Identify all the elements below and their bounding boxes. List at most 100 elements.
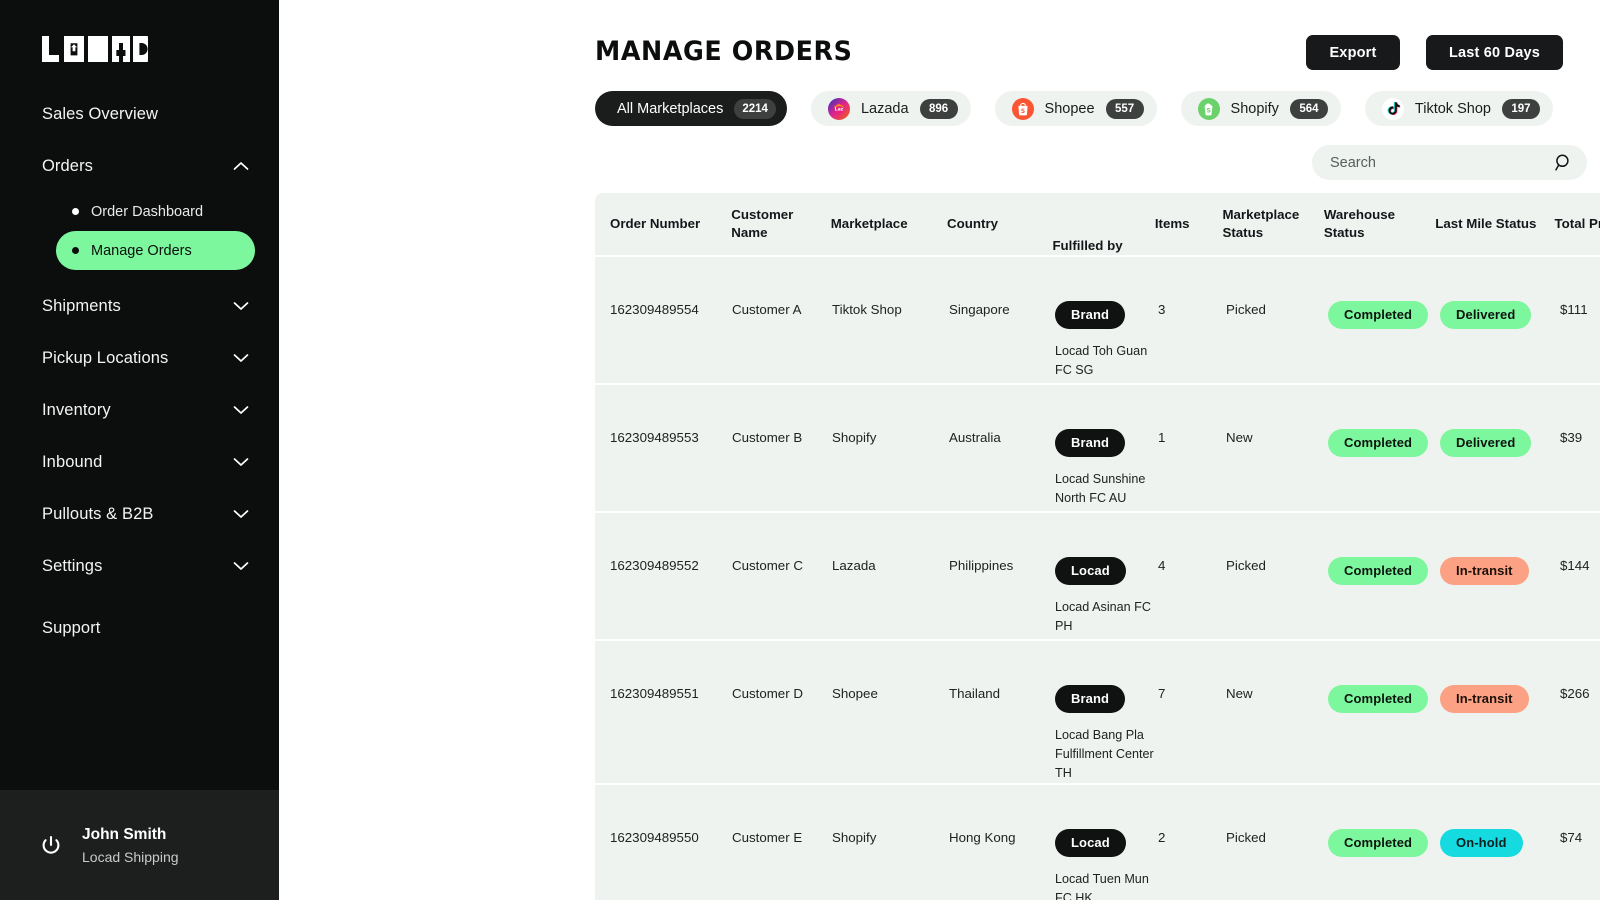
tab-count-badge: 896 (920, 99, 958, 119)
tab-shopee[interactable]: S Shopee 557 (995, 91, 1157, 126)
search-input[interactable] (1330, 155, 1554, 171)
col-total-price: Total Price (1555, 215, 1600, 233)
status-badge: In-transit (1440, 685, 1529, 713)
fulfilled-by-tag: Locad (1055, 557, 1126, 585)
table-row[interactable]: 162309489550 Customer E Shopify Hong Kon… (595, 783, 1600, 900)
cell-total-price: $74 (1560, 785, 1600, 847)
col-marketplace-status: Marketplace Status (1222, 206, 1323, 241)
cell-items: 3 (1158, 257, 1226, 319)
status-badge: Delivered (1440, 301, 1531, 329)
shopify-icon: S (1198, 98, 1220, 120)
power-icon[interactable] (38, 833, 64, 859)
main-content: MANAGE ORDERS Export Last 60 Days All Ma… (279, 0, 1600, 900)
tab-tiktok-shop[interactable]: Tiktok Shop 197 (1365, 91, 1553, 126)
cell-customer-name: Customer E (732, 785, 832, 847)
cell-marketplace-status: New (1226, 385, 1328, 447)
tab-label: All Marketplaces (617, 101, 723, 117)
sidebar-item-shipments[interactable]: Shipments (0, 280, 279, 332)
marketplace-tabs: All Marketplaces 2214 Laz Lazada 896 (595, 91, 1553, 126)
svg-text:Laz: Laz (835, 106, 844, 112)
tab-count-badge: 557 (1106, 99, 1144, 119)
cell-last-mile-status: Delivered (1440, 257, 1560, 329)
tab-label: Lazada (861, 101, 909, 117)
cell-fulfilled-by: Brand Locad Toh Guan FC SG (1055, 257, 1158, 380)
fulfillment-center: Locad Asinan FC PH (1055, 598, 1158, 636)
search-icon[interactable] (1554, 153, 1573, 172)
sidebar-item-support[interactable]: Support (0, 602, 279, 654)
sidebar-item-order-dashboard[interactable]: Order Dashboard (56, 192, 255, 231)
tab-label: Tiktok Shop (1415, 101, 1491, 117)
status-badge: Completed (1328, 829, 1428, 857)
cell-country: Australia (949, 385, 1055, 447)
cell-last-mile-status: In-transit (1440, 513, 1560, 585)
sidebar-item-pickup-locations[interactable]: Pickup Locations (0, 332, 279, 384)
sidebar-item-label: Support (42, 619, 101, 638)
tab-shopify[interactable]: S Shopify 564 (1181, 91, 1341, 126)
cell-warehouse-status: Completed (1328, 785, 1440, 857)
chevron-down-icon (233, 301, 249, 311)
tab-lazada[interactable]: Laz Lazada 896 (811, 91, 971, 126)
chevron-down-icon (233, 509, 249, 519)
table-row[interactable]: 162309489554 Customer A Tiktok Shop Sing… (595, 255, 1600, 383)
date-range-button[interactable]: Last 60 Days (1426, 35, 1563, 70)
status-badge: In-transit (1440, 557, 1529, 585)
chevron-down-icon (233, 405, 249, 415)
sidebar-nav: Sales Overview Orders Order Dashboard Ma… (0, 88, 279, 790)
sidebar-item-label: Inventory (42, 401, 111, 420)
table-header-row: Order Number Customer Name Marketplace C… (595, 193, 1600, 255)
header-actions: Export Last 60 Days (1306, 35, 1563, 70)
fulfillment-center: Locad Toh Guan FC SG (1055, 342, 1158, 380)
cell-fulfilled-by: Locad Locad Tuen Mun FC HK (1055, 785, 1158, 900)
lazada-icon: Laz (828, 98, 850, 120)
cell-warehouse-status: Completed (1328, 257, 1440, 329)
user-name: John Smith (82, 824, 179, 846)
tab-all-marketplaces[interactable]: All Marketplaces 2214 (595, 91, 787, 126)
tab-count-badge: 564 (1290, 99, 1328, 119)
cell-total-price: $144 (1560, 513, 1600, 575)
cell-fulfilled-by: Locad Locad Asinan FC PH (1055, 513, 1158, 636)
sidebar-subitem-label: Order Dashboard (91, 204, 203, 220)
table-row[interactable]: 162309489553 Customer B Shopify Australi… (595, 383, 1600, 511)
fulfilled-by-tag: Brand (1055, 685, 1125, 713)
tab-label: Shopee (1045, 101, 1095, 117)
col-marketplace: Marketplace (831, 215, 947, 233)
status-badge: Completed (1328, 429, 1428, 457)
table-row[interactable]: 162309489552 Customer C Lazada Philippin… (595, 511, 1600, 639)
sidebar-item-label: Inbound (42, 453, 102, 472)
cell-marketplace-status: New (1226, 641, 1328, 703)
sidebar-item-label: Shipments (42, 297, 121, 316)
table-row[interactable]: 162309489551 Customer D Shopee Thailand … (595, 639, 1600, 783)
svg-text:S: S (1206, 107, 1210, 114)
bullet-icon (72, 247, 79, 254)
fulfillment-center: Locad Tuen Mun FC HK (1055, 870, 1158, 900)
status-badge: Completed (1328, 557, 1428, 585)
spacer (0, 592, 279, 602)
locad-wordmark-icon (42, 36, 148, 62)
sidebar-item-orders[interactable]: Orders (0, 140, 279, 192)
sidebar-item-inbound[interactable]: Inbound (0, 436, 279, 488)
fulfillment-center: Locad Sunshine North FC AU (1055, 470, 1158, 508)
sidebar: Sales Overview Orders Order Dashboard Ma… (0, 0, 279, 900)
tab-count-badge: 2214 (734, 99, 776, 119)
sidebar-item-pullouts-b2b[interactable]: Pullouts & B2B (0, 488, 279, 540)
cell-marketplace: Shopify (832, 785, 949, 847)
orders-table: Order Number Customer Name Marketplace C… (595, 193, 1600, 900)
chevron-up-icon (233, 161, 249, 171)
sidebar-item-inventory[interactable]: Inventory (0, 384, 279, 436)
cell-order-number: 162309489552 (610, 513, 732, 575)
col-last-mile-status: Last Mile Status (1435, 215, 1554, 233)
tab-label: Shopify (1231, 101, 1279, 117)
cell-order-number: 162309489551 (610, 641, 732, 703)
export-button[interactable]: Export (1306, 35, 1400, 70)
sidebar-user-footer[interactable]: John Smith Locad Shipping (0, 790, 279, 900)
search-bar[interactable] (1312, 145, 1587, 180)
cell-last-mile-status: Delivered (1440, 385, 1560, 457)
cell-items: 1 (1158, 385, 1226, 447)
sidebar-item-manage-orders[interactable]: Manage Orders (56, 231, 255, 270)
cell-country: Thailand (949, 641, 1055, 703)
sidebar-item-settings[interactable]: Settings (0, 540, 279, 592)
cell-last-mile-status: In-transit (1440, 641, 1560, 713)
sidebar-item-sales-overview[interactable]: Sales Overview (0, 88, 279, 140)
locad-logo[interactable] (42, 36, 279, 62)
sidebar-item-label: Pullouts & B2B (42, 505, 153, 524)
